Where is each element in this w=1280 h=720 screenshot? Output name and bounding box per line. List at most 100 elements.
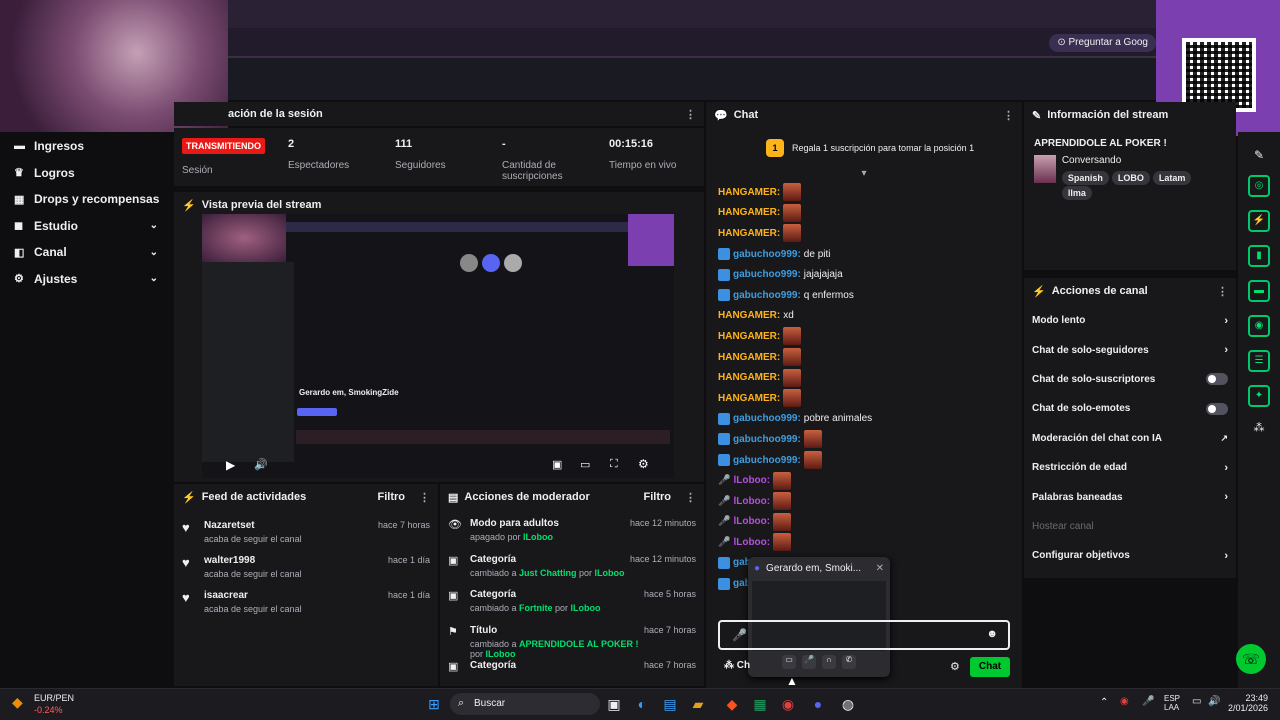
chat-username[interactable]: gabuchoo999: (733, 434, 801, 445)
chat-username[interactable]: HANGAMER: (718, 372, 780, 383)
follower-name[interactable]: walter1998 (204, 555, 388, 566)
chat-message[interactable]: 🎤 lLoboo: (706, 532, 1022, 553)
emote-icon[interactable]: ☻ (986, 628, 998, 640)
chat-message[interactable]: 🎤 lLoboo: (706, 470, 1022, 491)
volume-icon[interactable]: 🔊 (254, 458, 268, 471)
chat-send-button[interactable]: Chat (970, 657, 1010, 677)
ask-google-button[interactable]: ⊙ Preguntar a Goog (1049, 34, 1156, 52)
tray-mic-icon[interactable]: 🎤 (1142, 696, 1154, 707)
more-options-icon[interactable]: ⋮ (1003, 109, 1014, 122)
toggle-switch[interactable] (1206, 402, 1228, 415)
chat-username[interactable]: HANGAMER: (718, 228, 780, 239)
chat-username[interactable]: lLoboo: (733, 516, 770, 527)
chat-username[interactable]: HANGAMER: (718, 187, 780, 198)
camera-icon[interactable]: ▭ (782, 655, 796, 669)
ticker-name[interactable]: EUR/PEN (34, 693, 74, 703)
mic-icon[interactable]: 🎤 (802, 655, 816, 669)
edge-icon[interactable]: ◐ (632, 694, 652, 714)
wrench-icon[interactable]: ✦ (1248, 385, 1270, 407)
sidebar-item-logros[interactable]: ♛ Logros (0, 160, 172, 187)
list-item[interactable]: ♥ walter1998 acaba de seguir el canal hace … (174, 551, 438, 586)
list-item[interactable]: ▣ Categoría cambiado a Just Chatting por l… (440, 550, 704, 586)
window-preview-popup[interactable]: ● Gerardo em, Smoki... ✕ ▭ 🎤 ∩ ✆ (748, 557, 890, 677)
chat-username[interactable]: HANGAMER: (718, 207, 780, 218)
follower-name[interactable]: Nazaretset (204, 520, 378, 531)
brave-icon[interactable]: ◆ (722, 694, 742, 714)
chat-input[interactable]: 🎤 ☻ (718, 620, 1010, 650)
fullscreen-icon[interactable]: ⛶ (610, 458, 618, 471)
list-item[interactable]: ▣ Categoría hace 7 horas (440, 656, 704, 686)
chat-username[interactable]: gabuchoo999: (733, 455, 801, 466)
chat-message[interactable]: gabuchoo999: de piti (706, 244, 1022, 265)
close-icon[interactable]: ✕ (876, 563, 884, 574)
chat-username[interactable]: gabuchoo999: (733, 413, 801, 424)
list-item[interactable]: ♥ Nazaretset acaba de seguir el canal hace … (174, 516, 438, 551)
headset-icon[interactable]: ∩ (822, 655, 836, 669)
chat-message[interactable]: gabuchoo999: pobre animales (706, 409, 1022, 430)
chat-username[interactable]: gabuchoo999: (733, 290, 801, 301)
channel-action[interactable]: Chat de solo-suscriptores (1024, 365, 1236, 394)
chat-message[interactable]: HANGAMER: (706, 223, 1022, 244)
bolt-icon[interactable]: ⚡ (1248, 210, 1270, 232)
filter-button[interactable]: Filtro (644, 491, 672, 503)
more-options-icon[interactable]: ⋮ (419, 491, 430, 504)
chat-message[interactable]: HANGAMER: (706, 203, 1022, 224)
discord-icon[interactable]: ● (808, 694, 828, 714)
whatsapp-icon[interactable]: ☏ (1236, 644, 1266, 674)
files-icon[interactable]: ▰ (688, 694, 708, 714)
sidebar-item-canal[interactable]: ◧ Canal ⌄ (0, 239, 172, 266)
chat-username[interactable]: HANGAMER: (718, 352, 780, 363)
channel-action[interactable]: Restricción de edad › (1024, 453, 1236, 482)
stream-tag[interactable]: Spanish (1061, 171, 1109, 185)
chat-message[interactable]: HANGAMER: (706, 367, 1022, 388)
channel-action[interactable]: Chat de solo-seguidores › (1024, 335, 1236, 364)
list-item[interactable]: ⚑ Título cambiado a APRENDIDOLE AL POKER !… (440, 621, 704, 659)
chat-message[interactable]: HANGAMER: (706, 326, 1022, 347)
clock[interactable]: 23:49 2/01/2026 (1222, 693, 1268, 713)
chat-message[interactable]: gabuchoo999: (706, 429, 1022, 450)
settings-icon[interactable]: ⚙ (638, 457, 649, 471)
excel-icon[interactable]: ▦ (750, 694, 770, 714)
sidebar-item-ingresos[interactable]: ▬ Ingresos (0, 133, 172, 160)
sidebar-item-estudio[interactable]: ◼ Estudio ⌄ (0, 213, 172, 240)
badge-icon[interactable]: 🎤 (732, 628, 747, 642)
chat-settings-icon[interactable]: ⚙ (950, 660, 960, 673)
channel-action[interactable]: Chat de solo-emotes (1024, 394, 1236, 423)
layout-icon[interactable]: ☰ (1248, 350, 1270, 372)
chat-message[interactable]: HANGAMER: xd (706, 306, 1022, 327)
obs-icon[interactable]: ◍ (838, 694, 858, 714)
chrome-icon[interactable]: ◉ (778, 694, 798, 714)
stream-tag[interactable]: Latam (1152, 171, 1192, 185)
network-icon[interactable]: ▭ (1192, 696, 1201, 707)
collapse-icon[interactable]: ▾ (706, 168, 1022, 180)
sub-gift-banner[interactable]: 1 Regala 1 suscripción para tomar la pos… (706, 128, 1022, 168)
taskbar-search[interactable]: ⌕ Buscar (450, 693, 600, 715)
chat-message[interactable]: gabuchoo999: (706, 450, 1022, 471)
more-options-icon[interactable]: ⋮ (1217, 285, 1228, 298)
notes-icon[interactable]: ▤ (660, 694, 680, 714)
edit-icon[interactable]: ✎ (1238, 148, 1280, 162)
sidebar-item-ajustes[interactable]: ⚙ Ajustes ⌄ (0, 266, 172, 293)
marker-icon[interactable]: ▮ (1248, 245, 1270, 267)
chat-message[interactable]: gabuchoo999: q enfermos (706, 285, 1022, 306)
chat-username[interactable]: HANGAMER: (718, 310, 780, 321)
list-item[interactable]: 👁 Modo para adultos apagado por lLoboo hace… (440, 514, 704, 550)
stream-preview-video[interactable]: Gerardo em, SmokingZide ▶ 🔊 ▣ ▭ ⛶ ⚙ (202, 214, 674, 478)
toggle-switch[interactable] (1206, 373, 1228, 386)
chat-message[interactable]: HANGAMER: (706, 347, 1022, 368)
chat-username[interactable]: gabuchoo999: (733, 269, 801, 280)
taskview-icon[interactable]: ▣ (604, 694, 624, 714)
chat-username[interactable]: lLoboo: (733, 496, 770, 507)
chat-username[interactable]: HANGAMER: (718, 393, 780, 404)
channel-action[interactable]: Palabras baneadas › (1024, 482, 1236, 511)
broadcast-icon[interactable]: ◉ (1248, 315, 1270, 337)
more-options-icon[interactable]: ⋮ (685, 108, 696, 121)
filter-button[interactable]: Filtro (378, 491, 406, 503)
clip-icon[interactable]: ◎ (1248, 175, 1270, 197)
chat-username[interactable]: lLoboo: (733, 537, 770, 548)
category-name[interactable]: Conversando (1062, 155, 1226, 166)
stream-tag[interactable]: llma (1061, 186, 1092, 200)
sidebar-item-drops[interactable]: ▦ Drops y recompensas (0, 186, 172, 213)
channel-points-label[interactable]: ⁂ Ch (724, 660, 750, 671)
pip-icon[interactable]: ▣ (552, 458, 562, 471)
